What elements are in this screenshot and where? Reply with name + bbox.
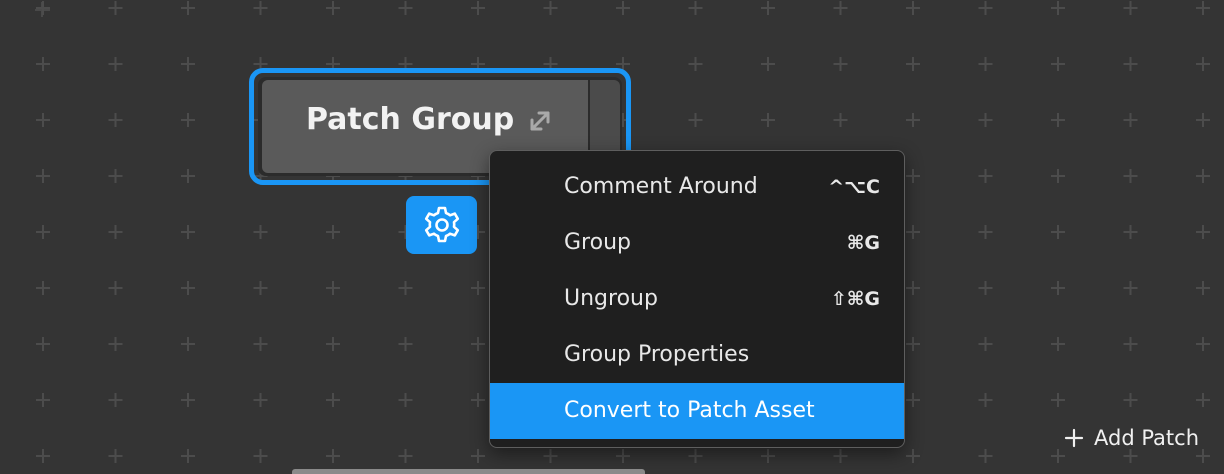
context-menu: Comment Around ^⌥C Group ⌘G Ungroup ⇧⌘G … [489,150,905,448]
menu-item-convert-to-patch-asset[interactable]: Convert to Patch Asset [490,383,904,439]
menu-item-comment-around[interactable]: Comment Around ^⌥C [490,159,904,215]
add-patch-button[interactable]: Add Patch [1064,422,1199,454]
menu-item-label: Convert to Patch Asset [564,398,815,423]
menu-item-ungroup[interactable]: Ungroup ⇧⌘G [490,271,904,327]
plus-icon [1064,428,1084,448]
menu-item-label: Group Properties [564,342,750,367]
menu-item-shortcut: ^⌥C [828,176,880,198]
gear-icon [424,206,459,243]
menu-item-shortcut: ⌘G [846,232,880,254]
menu-item-label: Comment Around [564,174,758,199]
menu-item-label: Ungroup [564,286,658,311]
patch-group-title: Patch Group [306,102,515,137]
menu-item-label: Group [564,230,631,255]
menu-item-shortcut: ⇧⌘G [830,288,880,310]
expand-arrows-icon[interactable] [527,108,553,134]
add-patch-label: Add Patch [1094,426,1200,450]
menu-item-group[interactable]: Group ⌘G [490,215,904,271]
horizontal-scrollbar[interactable] [292,469,645,474]
group-settings-button[interactable] [406,196,477,254]
menu-item-group-properties[interactable]: Group Properties [490,327,904,383]
